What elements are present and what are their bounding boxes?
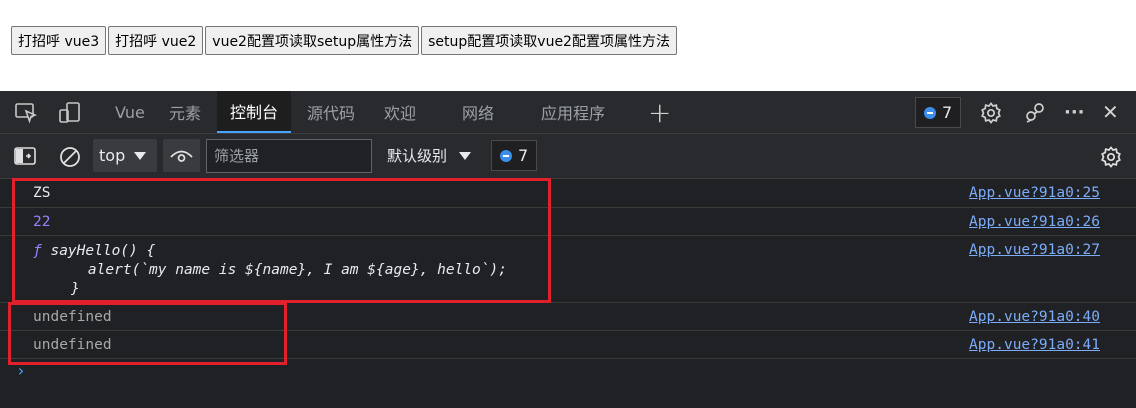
log-value: undefined [33, 337, 112, 353]
page-button-row: 打招呼 vue3 打招呼 vue2 vue2配置项读取setup属性方法 set… [11, 26, 677, 55]
console-row: undefined App.vue?91a0:40 [0, 303, 1136, 331]
more-options-icon[interactable]: ··· [1064, 91, 1085, 133]
clear-console-icon[interactable] [57, 144, 83, 170]
console-prompt-icon[interactable]: › [16, 361, 26, 380]
console-row: undefined App.vue?91a0:41 [0, 331, 1136, 359]
source-link[interactable]: App.vue?91a0:41 [969, 337, 1100, 353]
source-link[interactable]: App.vue?91a0:26 [969, 214, 1100, 230]
web-page: 打招呼 vue3 打招呼 vue2 vue2配置项读取setup属性方法 set… [0, 0, 1136, 91]
tab-application[interactable]: 应用程序 [541, 91, 605, 133]
console-row: ZS App.vue?91a0:25 [0, 179, 1136, 208]
tab-vue[interactable]: Vue [115, 91, 145, 133]
log-value: undefined [33, 309, 112, 325]
function-body: alert(`my name is ${name}, I am ${age}, … [53, 262, 507, 278]
function-keyword: ƒ [33, 243, 42, 259]
inspect-element-icon[interactable] [14, 102, 38, 124]
function-closing: } [71, 281, 80, 297]
devtools-tabbar: Vue 元素 控制台 源代码 欢迎 网络 应用程序 + 7 ··· ✕ [0, 91, 1136, 134]
message-icon [500, 149, 512, 162]
console-row: 22 App.vue?91a0:26 [0, 208, 1136, 236]
console-toolbar: top 默认级别 7 [0, 134, 1136, 179]
close-devtools-icon[interactable]: ✕ [1102, 91, 1119, 133]
device-emulation-icon[interactable] [58, 101, 82, 125]
message-icon [924, 106, 936, 119]
eye-icon [169, 145, 194, 166]
console-row[interactable]: ƒ sayHello() { alert(`my name is ${name}… [0, 236, 1136, 303]
source-link[interactable]: App.vue?91a0:25 [969, 185, 1100, 201]
log-level-select[interactable]: 默认级别 [387, 139, 472, 172]
greet-vue3-button[interactable]: 打招呼 vue3 [11, 26, 107, 55]
log-level-value: 默认级别 [387, 147, 448, 165]
filter-input[interactable] [206, 139, 372, 173]
console-settings-gear-icon[interactable] [1098, 144, 1124, 170]
setup-read-vue2-button[interactable]: setup配置项读取vue2配置项属性方法 [421, 26, 677, 55]
log-value: ZS [33, 185, 51, 201]
issues-badge[interactable]: 7 [915, 97, 962, 128]
issues-count: 7 [942, 103, 953, 122]
tab-sources[interactable]: 源代码 [307, 91, 355, 133]
settings-gear-icon[interactable] [978, 100, 1004, 126]
context-value: top [99, 146, 126, 165]
sidebar-toggle-icon[interactable] [13, 146, 37, 166]
chevron-down-icon [134, 151, 147, 160]
log-value: 22 [33, 214, 51, 230]
source-link[interactable]: App.vue?91a0:40 [969, 309, 1100, 325]
vue2-read-setup-button[interactable]: vue2配置项读取setup属性方法 [205, 26, 420, 55]
message-count: 7 [518, 146, 529, 165]
console-output: ZS App.vue?91a0:25 22 App.vue?91a0:26 ƒ … [0, 179, 1136, 408]
context-select[interactable]: top [93, 139, 157, 172]
connection-icon[interactable] [1022, 100, 1048, 126]
tab-network[interactable]: 网络 [462, 91, 494, 133]
live-expression-button[interactable] [163, 139, 200, 172]
chevron-down-icon [459, 151, 472, 160]
log-function: ƒ sayHello() { alert(`my name is ${name}… [33, 242, 507, 299]
source-link[interactable]: App.vue?91a0:27 [969, 242, 1100, 258]
tab-welcome[interactable]: 欢迎 [384, 91, 416, 133]
greet-vue2-button[interactable]: 打招呼 vue2 [108, 26, 204, 55]
tab-console[interactable]: 控制台 [217, 91, 292, 133]
devtools-panel: Vue 元素 控制台 源代码 欢迎 网络 应用程序 + 7 ··· ✕ top … [0, 91, 1136, 408]
add-tab-icon[interactable]: + [648, 91, 671, 133]
function-signature: sayHello() { [50, 243, 156, 259]
message-count-badge[interactable]: 7 [491, 140, 538, 171]
tab-elements[interactable]: 元素 [169, 91, 201, 133]
